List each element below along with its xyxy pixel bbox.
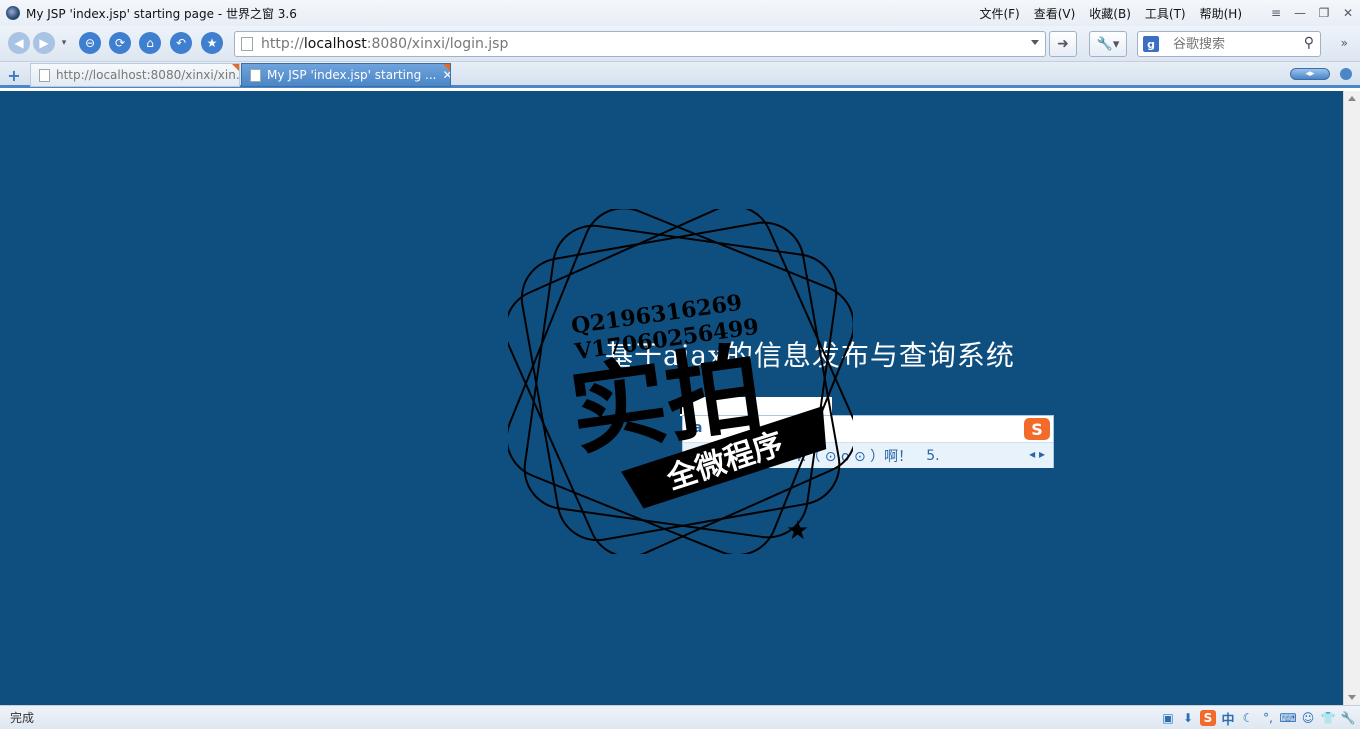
menu-bar: 文件(F) 查看(V) 收藏(B) 工具(T) 帮助(H) [979, 0, 1242, 26]
home-icon[interactable]: ⌂ [139, 32, 161, 54]
page-content: 基于ajax的信息发布与查询系统 a S 4.（ ⊙ o ⊙ ）啊！ 5. ◂ … [0, 91, 1343, 705]
tab-menu-icon[interactable] [1340, 68, 1352, 80]
scroll-down-icon[interactable] [1348, 695, 1356, 700]
window-title: My JSP 'index.jsp' starting page - 世界之窗 … [26, 6, 297, 21]
go-arrow-icon: ➜ [1057, 36, 1069, 52]
tab-label: http://localhost:8080/xinxi/xin... [56, 68, 240, 82]
tab-login[interactable]: http://localhost:8080/xinxi/xin... [30, 63, 240, 87]
tab-bar: + http://localhost:8080/xinxi/xin... My … [0, 62, 1360, 88]
minimize-icon[interactable]: — [1288, 2, 1312, 24]
tools-button[interactable]: 🔧▾ [1089, 31, 1127, 57]
menu-help[interactable]: 帮助(H) [1200, 5, 1242, 22]
ime-candidate-5[interactable]: 5. [926, 448, 939, 464]
search-input[interactable] [1173, 36, 1293, 52]
punctuation-icon[interactable]: °, [1260, 710, 1276, 726]
go-button[interactable]: ➜ [1049, 31, 1077, 57]
favorites-star-icon[interactable]: ★ [201, 32, 223, 54]
window-controls: ≡ — ❐ ✕ [1264, 0, 1360, 26]
status-bar: 完成 ▣ ⬇ S 中 ☾ °, ⌨ ☺ 👕 🔧 [0, 705, 1360, 729]
tab-label: My JSP 'index.jsp' starting ... [267, 68, 437, 82]
watermark-stamp: Q2196316269 V17060256499 实拍 全微程序 ★ ★ [508, 209, 853, 554]
user-icon[interactable]: ☺ [1300, 710, 1316, 726]
stop-icon[interactable]: ⊖ [79, 32, 101, 54]
history-dropdown-icon[interactable]: ▾ [58, 32, 70, 54]
page-icon [241, 37, 253, 51]
keyboard-icon[interactable]: ⌨ [1279, 710, 1296, 726]
scroll-up-icon[interactable] [1348, 96, 1356, 101]
search-icon[interactable]: ⚲ [1304, 35, 1314, 51]
refresh-icon[interactable]: ⟳ [109, 32, 131, 54]
network-icon[interactable]: ▣ [1160, 710, 1176, 726]
google-icon[interactable]: g [1143, 36, 1159, 52]
ime-page-arrows-icon[interactable]: ◂ ▸ [1029, 447, 1045, 461]
star-icon: ★ [786, 516, 809, 546]
page-icon [250, 68, 261, 82]
address-bar[interactable]: http://localhost:8080/xinxi/login.jsp [234, 31, 1046, 57]
settings-wrench-icon[interactable]: 🔧 [1340, 710, 1356, 726]
menu-tools[interactable]: 工具(T) [1145, 5, 1186, 22]
forward-icon[interactable]: ▶ [33, 32, 55, 54]
undo-close-icon[interactable]: ↶ [170, 32, 192, 54]
address-text: http://localhost:8080/xinxi/login.jsp [261, 36, 509, 52]
sogou-ime-icon[interactable]: S [1200, 710, 1216, 726]
vertical-scrollbar[interactable] [1343, 91, 1360, 705]
skin-icon[interactable]: 👕 [1320, 710, 1336, 726]
address-dropdown-icon[interactable] [1031, 40, 1039, 45]
back-icon[interactable]: ◀ [8, 32, 30, 54]
wrench-icon: 🔧▾ [1096, 36, 1120, 52]
status-tray: ▣ ⬇ S 中 ☾ °, ⌨ ☺ 👕 🔧 [1160, 709, 1356, 728]
moon-icon[interactable]: ☾ [1240, 710, 1256, 726]
page-icon [39, 68, 50, 82]
ime-mode-indicator[interactable]: 中 [1220, 710, 1236, 728]
restore-icon[interactable]: ❐ [1312, 2, 1336, 24]
more-toolbar-icon[interactable]: » [1341, 36, 1348, 50]
search-box[interactable]: g ⚲ [1137, 31, 1321, 57]
close-window-icon[interactable]: ✕ [1336, 2, 1360, 24]
tab-corner-marker [443, 64, 450, 71]
status-text: 完成 [10, 711, 35, 725]
sogou-logo-icon: S [1024, 418, 1050, 440]
tab-corner-marker [232, 64, 239, 71]
browser-globe-icon [6, 6, 20, 20]
menu-view[interactable]: 查看(V) [1034, 5, 1076, 22]
download-icon[interactable]: ⬇ [1180, 710, 1196, 726]
options-icon[interactable]: ≡ [1264, 2, 1288, 24]
tab-scroll-icon[interactable]: ◂▸ [1290, 68, 1330, 80]
new-tab-icon[interactable]: + [4, 66, 24, 85]
menu-favorites[interactable]: 收藏(B) [1089, 5, 1131, 22]
menu-file[interactable]: 文件(F) [979, 5, 1019, 22]
navigation-toolbar: ◀ ▶ ▾ ⊖ ⟳ ⌂ ↶ ★ http://localhost:8080/xi… [0, 26, 1360, 62]
tab-index[interactable]: My JSP 'index.jsp' starting ... ✕ [241, 63, 451, 87]
